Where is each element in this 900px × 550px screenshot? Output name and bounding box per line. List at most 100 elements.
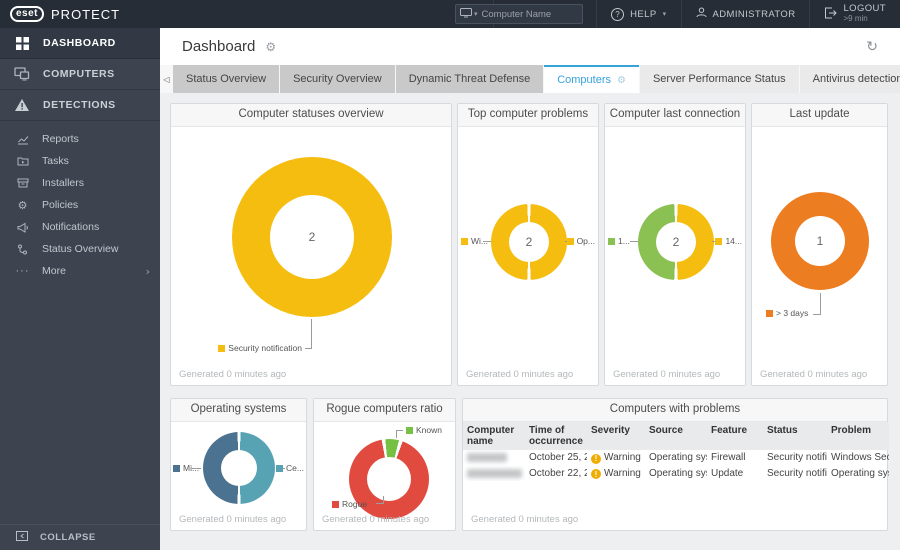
- chevron-down-icon[interactable]: ▾: [474, 10, 478, 18]
- computer-search-box[interactable]: ▾: [455, 4, 583, 24]
- legend-swatch: [406, 426, 413, 434]
- dashboard-row-2: Operating systems Mi... Ce... Generated …: [170, 398, 890, 531]
- administrator-menu[interactable]: ADMINISTRATOR: [680, 0, 810, 28]
- donut-last-update[interactable]: 1: [771, 192, 869, 290]
- sidebar-item-policies[interactable]: ⚙ Policies: [0, 194, 160, 216]
- dashboard-row-1: Computer statuses overview 2 Security no…: [170, 103, 890, 386]
- generated-timestamp: Generated 0 minutes ago: [179, 514, 287, 525]
- collapse-icon: [16, 531, 28, 544]
- donut-top-problems[interactable]: 2: [491, 204, 567, 280]
- col-severity[interactable]: Severity: [587, 422, 645, 450]
- sidebar-item-label: DASHBOARD: [43, 37, 116, 49]
- tab-computers-active[interactable]: Computers ⚙: [544, 65, 639, 93]
- sidebar-item-label: Status Overview: [42, 243, 119, 255]
- dashboard-settings-gear-icon[interactable]: ⚙: [265, 40, 276, 54]
- page-title: Dashboard: [182, 38, 256, 55]
- col-time-of-occurrence[interactable]: Time of occurrence: [525, 422, 587, 450]
- tab-dynamic-threat-defense[interactable]: Dynamic Threat Defense: [395, 65, 544, 93]
- cell-source: Operating syst...: [649, 452, 707, 464]
- legend-right: Op...: [566, 236, 595, 246]
- sidebar-item-reports[interactable]: Reports: [0, 128, 160, 150]
- page-header: Dashboard ⚙ ↻: [160, 28, 900, 65]
- table-header-row: Computer name Time of occurrence Severit…: [463, 422, 889, 450]
- severity-label: Warning: [604, 467, 641, 479]
- table-row[interactable]: October 25, 20... !Warning Operating sys…: [463, 450, 889, 466]
- col-source[interactable]: Source: [645, 422, 707, 450]
- cell-feature: Firewall: [711, 452, 746, 464]
- redacted-name: [467, 453, 507, 463]
- tab-status-overview[interactable]: Status Overview: [173, 65, 280, 93]
- sidebar-item-label: Policies: [42, 199, 79, 211]
- leader-line: [376, 503, 384, 504]
- help-icon: ?: [611, 7, 625, 21]
- tab-security-overview[interactable]: Security Overview: [280, 65, 395, 93]
- donut-hole: [367, 457, 411, 501]
- card-last-update[interactable]: Last update 1 > 3 days Generated 0 minut…: [751, 103, 888, 386]
- tab-gear-icon[interactable]: ⚙: [617, 75, 626, 86]
- tab-label: Dynamic Threat Defense: [408, 73, 531, 85]
- computers-icon: [14, 67, 30, 81]
- cell-computer-name: [463, 450, 525, 466]
- generated-timestamp: Generated 0 minutes ago: [471, 514, 579, 525]
- table-row[interactable]: October 22, 20... !Warning Operating sys…: [463, 466, 889, 482]
- sidebar-item-detections[interactable]: DETECTIONS: [0, 90, 160, 121]
- tab-label: Status Overview: [186, 73, 267, 85]
- sidebar-item-installers[interactable]: Installers: [0, 172, 160, 194]
- cell-time: October 22, 20...: [529, 467, 587, 479]
- cell-time: October 25, 20...: [529, 452, 587, 464]
- user-icon: [696, 7, 707, 21]
- card-title: Computer last connection: [605, 104, 745, 127]
- generated-timestamp: Generated 0 minutes ago: [760, 369, 868, 380]
- sidebar-item-label: Notifications: [42, 221, 100, 233]
- sidebar-item-status-overview[interactable]: Status Overview: [0, 238, 160, 260]
- card-computer-statuses-overview[interactable]: Computer statuses overview 2 Security no…: [170, 103, 452, 386]
- card-title: Computer statuses overview: [171, 104, 451, 127]
- donut-last-connection[interactable]: 2: [638, 204, 714, 280]
- legend-swatch: [608, 237, 615, 245]
- legend-label: Rogue: [342, 499, 368, 509]
- card-computers-with-problems[interactable]: Computers with problems Computer name Ti…: [462, 398, 889, 531]
- legend-3-days: > 3 days: [766, 308, 808, 318]
- refresh-icon[interactable]: ↻: [866, 39, 878, 55]
- col-feature[interactable]: Feature: [707, 422, 763, 450]
- legend-swatch: [332, 500, 339, 508]
- card-operating-systems[interactable]: Operating systems Mi... Ce... Generated …: [170, 398, 307, 531]
- card-rogue-computers-ratio[interactable]: Rogue computers ratio Known Rogue Genera…: [313, 398, 456, 531]
- card-title: Operating systems: [171, 399, 306, 422]
- sidebar-item-computers[interactable]: COMPUTERS: [0, 59, 160, 90]
- col-computer-name[interactable]: Computer name: [463, 422, 525, 450]
- tab-server-performance-status[interactable]: Server Performance Status: [639, 65, 799, 93]
- help-label: HELP: [630, 8, 657, 20]
- cell-problem: Windows Secur...: [831, 452, 889, 464]
- card-computer-last-connection[interactable]: Computer last connection 2 1... 14... Ge…: [604, 103, 746, 386]
- help-menu[interactable]: ? HELP ▾: [596, 0, 680, 28]
- search-input[interactable]: [479, 7, 578, 21]
- tab-scroll-left-icon[interactable]: ◁: [160, 65, 173, 93]
- legend-label: Security notification: [228, 343, 302, 353]
- col-status[interactable]: Status: [763, 422, 827, 450]
- sidebar-item-tasks[interactable]: Tasks: [0, 150, 160, 172]
- col-problem[interactable]: Problem: [827, 422, 889, 450]
- legend-right: 14...: [715, 236, 742, 246]
- leader-line: [396, 430, 403, 431]
- sidebar-item-more[interactable]: ··· More ›: [0, 260, 160, 282]
- leader-line: [396, 430, 397, 438]
- cell-feature: Update: [711, 467, 744, 479]
- legend-swatch: [218, 344, 226, 352]
- donut-operating-systems[interactable]: [203, 432, 275, 504]
- donut-computer-statuses[interactable]: 2: [232, 157, 392, 317]
- logout-timer: >9 min: [843, 13, 868, 23]
- legend-swatch: [173, 464, 180, 472]
- logout-menu[interactable]: LOGOUT >9 min: [809, 0, 900, 28]
- collapse-button[interactable]: COLLAPSE: [0, 524, 160, 550]
- warning-triangle-icon: [14, 98, 30, 112]
- legend-left: 1...: [608, 236, 630, 246]
- legend-rogue: Rogue: [332, 499, 367, 509]
- donut-center-value: 2: [270, 195, 354, 279]
- redacted-name: [467, 468, 522, 478]
- tab-antivirus-detections[interactable]: Antivirus detections: [799, 65, 900, 93]
- sidebar-item-notifications[interactable]: Notifications: [0, 216, 160, 238]
- card-top-computer-problems[interactable]: Top computer problems 2 Wi... Op... Gene…: [457, 103, 599, 386]
- sidebar-item-dashboard[interactable]: DASHBOARD: [0, 28, 160, 59]
- legend-label: Op...: [576, 236, 595, 246]
